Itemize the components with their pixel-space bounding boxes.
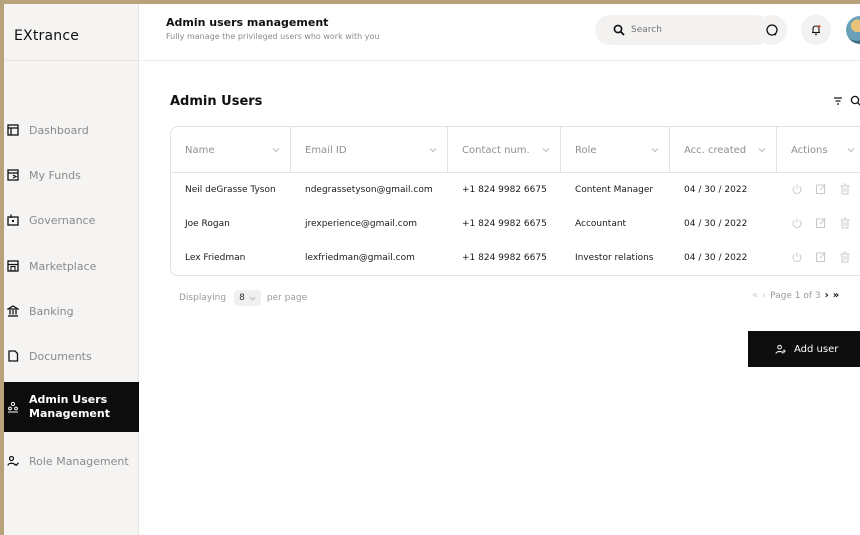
page-subtitle: Fully manage the privileged users who wo… [166,32,380,41]
sidebar-item-label: Governance [29,213,96,227]
chevron-down-icon [542,148,550,153]
per-page-value: 8 [239,293,245,303]
sidebar-item-documents[interactable]: Documents [4,343,139,369]
cell-role: Content Manager [575,184,654,195]
cell-role: Accountant [575,218,627,229]
chevron-down-icon [847,148,855,153]
chevron-down-icon [429,148,437,153]
table-row[interactable]: Lex Friedman lexfriedman@gmail.com +1 82… [171,245,860,270]
power-icon[interactable] [791,217,803,229]
column-header-role[interactable]: Role [561,127,670,173]
cell-role: Investor relations [575,252,654,263]
chevron-down-icon [651,148,659,153]
sidebar-item-label: Role Management [29,454,129,468]
trash-icon[interactable] [839,217,851,229]
sidebar-item-my-funds[interactable]: My Funds [4,162,139,188]
role-icon [7,455,19,467]
top-header: Admin users management Fully manage the … [140,4,860,61]
sidebar-item-label: Banking [29,304,74,318]
table-row[interactable]: Neil deGrasse Tyson ndegrassetyson@gmail… [171,177,860,202]
add-user-label: Add user [794,343,839,355]
add-user-button[interactable]: Add user [748,331,860,367]
divider [4,60,139,61]
cell-created: 04 / 30 / 2022 [684,252,748,263]
displaying-label: Displaying [179,293,227,303]
sidebar: EXtrance Dashboard My Funds Governance M… [4,4,139,535]
cell-name: Neil deGrasse Tyson [185,184,276,195]
bell-icon [812,25,821,36]
chevron-down-icon [249,296,256,300]
filter-icon[interactable] [832,95,844,107]
first-page-button[interactable]: « [752,290,758,301]
prev-page-button[interactable]: ‹ [762,290,766,301]
edit-icon[interactable] [815,217,827,229]
cell-name: Joe Rogan [185,218,230,229]
cell-contact: +1 824 9982 6675 [462,218,547,229]
power-icon[interactable] [791,251,803,263]
search-input[interactable] [631,25,751,35]
cell-created: 04 / 30 / 2022 [684,218,748,229]
dashboard-icon [7,124,19,136]
trash-icon[interactable] [839,183,851,195]
admin-users-table: Name Email ID Contact num. Role Acc. cre… [170,126,860,276]
per-page-label: per page [266,293,308,303]
column-header-contact[interactable]: Contact num. [448,127,561,173]
cell-email: ndegrassetyson@gmail.com [305,184,433,195]
column-header-actions[interactable]: Actions [777,127,860,173]
cell-created: 04 / 30 / 2022 [684,184,748,195]
per-page-control: Displaying 8 per page [179,290,307,306]
per-page-select[interactable]: 8 [234,290,261,306]
last-page-button[interactable]: » [833,290,839,301]
sidebar-item-marketplace[interactable]: Marketplace [4,253,139,279]
column-header-email[interactable]: Email ID [291,127,448,173]
page-indicator: Page 1 of 3 [770,290,821,301]
edit-icon[interactable] [815,183,827,195]
sidebar-item-label: Admin Users Management [29,393,110,420]
sidebar-item-dashboard[interactable]: Dashboard [4,117,139,143]
app-window: EXtrance Dashboard My Funds Governance M… [0,0,860,535]
brand-logo: EXtrance [14,28,80,44]
table-header: Name Email ID Contact num. Role Acc. cre… [171,127,860,173]
trash-icon[interactable] [839,251,851,263]
sidebar-item-admin-users[interactable]: Admin Users Management [4,382,139,432]
search-icon [613,24,625,36]
help-button[interactable] [757,15,787,45]
next-page-button[interactable]: › [825,290,829,301]
governance-icon [7,214,19,226]
admin-users-icon [8,401,18,413]
cell-email: jrexperience@gmail.com [305,218,417,229]
pagination: « ‹ Page 1 of 3 › » [752,290,839,301]
marketplace-icon [7,260,19,272]
sidebar-item-banking[interactable]: Banking [4,298,139,324]
notifications-button[interactable] [801,15,831,45]
cell-name: Lex Friedman [185,252,246,263]
sidebar-item-governance[interactable]: Governance [4,207,139,233]
page-title: Admin users management [166,16,329,29]
cell-contact: +1 824 9982 6675 [462,252,547,263]
table-row[interactable]: Joe Rogan jrexperience@gmail.com +1 824 … [171,211,860,236]
document-icon [8,350,19,362]
section-title: Admin Users [170,94,263,109]
chevron-down-icon [758,148,766,153]
cell-contact: +1 824 9982 6675 [462,184,547,195]
column-header-created[interactable]: Acc. created [670,127,777,173]
avatar[interactable] [846,16,860,44]
chevron-down-icon [272,148,280,153]
funds-icon [7,169,19,181]
sidebar-item-role-management[interactable]: Role Management [4,448,139,474]
power-icon[interactable] [791,183,803,195]
edit-icon[interactable] [815,251,827,263]
add-user-icon [775,344,786,354]
sidebar-item-label: Marketplace [29,259,97,273]
sidebar-item-label: Dashboard [29,123,89,137]
sidebar-item-label: Documents [29,349,92,363]
search-icon[interactable] [850,95,860,107]
bank-icon [7,305,19,317]
column-header-name[interactable]: Name [171,127,291,173]
chat-icon [766,24,778,36]
sidebar-item-label: My Funds [29,168,81,182]
search-box[interactable] [595,15,771,45]
cell-email: lexfriedman@gmail.com [305,252,415,263]
